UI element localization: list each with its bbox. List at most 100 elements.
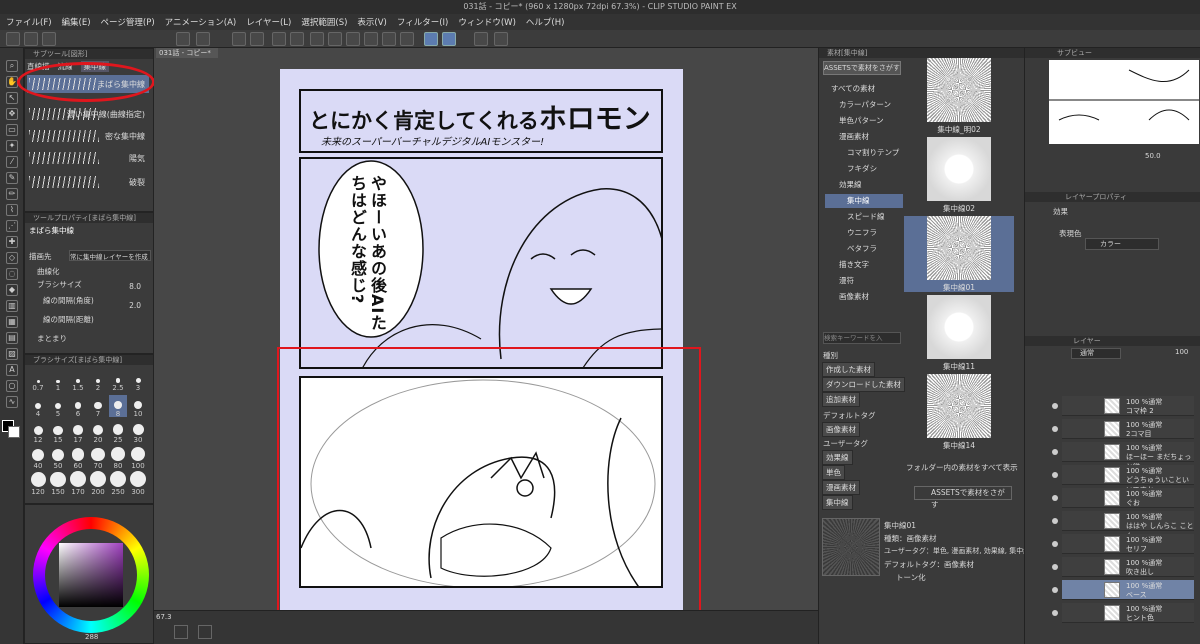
canvas-tab[interactable]: 031話 - コピー* [156,48,218,58]
material-thumbnail[interactable]: 集中線14 [904,374,1014,451]
eye-icon[interactable] [1052,610,1058,616]
material-tag-button[interactable]: 画像素材 [822,422,860,437]
brush-size-cell[interactable]: 12 [29,421,47,444]
brush-size-cell[interactable]: 8 [109,395,127,418]
material-tag-button[interactable]: 単色 [822,465,845,480]
navigator-preview[interactable] [1049,60,1199,144]
move-layer-icon[interactable]: ✥ [6,108,18,120]
brush-size-cell[interactable]: 5 [49,395,67,418]
eye-icon[interactable] [1052,495,1058,501]
page-icon[interactable] [494,32,508,46]
assets-search-bottom[interactable]: ASSETSで素材をさがす [914,486,1012,509]
brush-size-cell[interactable]: 6 [69,395,87,418]
material-tree-item[interactable]: スピード線 [825,210,903,224]
brush-size-cell[interactable]: 100 [129,447,147,470]
clear-icon[interactable] [328,32,342,46]
brush-size-cell[interactable]: 7 [89,395,107,418]
fill-tool-icon[interactable]: ◆ [6,284,18,296]
material-tree-item[interactable]: 画像素材 [825,290,903,304]
brush-size-cell[interactable]: 15 [49,421,67,444]
brush-size-cell[interactable]: 250 [109,471,127,496]
save-icon[interactable] [42,32,56,46]
redo-icon[interactable] [290,32,304,46]
brush-size-cell[interactable]: 2 [89,369,107,392]
material-tree-item[interactable]: コマ割りテンプ [825,146,903,160]
text-tool-icon[interactable]: A [6,364,18,376]
fit-page-icon[interactable] [174,625,188,639]
menu-selection[interactable]: 選択範囲(S) [301,16,347,28]
undo-icon[interactable] [272,32,286,46]
material-tag-button[interactable]: ダウンロードした素材 [822,377,905,392]
menu-layer[interactable]: レイヤー(L) [246,16,291,28]
brush-size-cell[interactable]: 2.5 [109,369,127,392]
brush-size-cell[interactable]: 300 [129,471,147,496]
layer-row[interactable]: 100 %通常 コマ枠 2 [1062,396,1194,416]
selection-tool-icon[interactable]: ▭ [6,124,18,136]
cut-icon[interactable] [232,32,246,46]
snap-ruler-icon[interactable] [424,32,438,46]
fill-icon[interactable] [346,32,360,46]
show-all-materials[interactable]: フォルダー内の素材をすべて表示 [906,462,1018,473]
eye-icon[interactable] [1052,587,1058,593]
material-tree-item[interactable]: ウニフラ [825,226,903,240]
copy-icon[interactable] [250,32,264,46]
eye-icon[interactable] [1052,472,1058,478]
material-tree-item[interactable]: ベタフラ [825,242,903,256]
brush-size-cell[interactable]: 30 [129,421,147,444]
brush-size-value[interactable]: 8.0 [129,282,141,291]
material-tag-button[interactable]: 作成した素材 [822,362,875,377]
auto-select-icon[interactable]: ✦ [6,140,18,152]
decoration-icon[interactable]: ✚ [6,236,18,248]
eye-icon[interactable] [1052,449,1058,455]
brush-size-cell[interactable]: 17 [69,421,87,444]
menu-page[interactable]: ページ管理(P) [101,16,155,28]
grid-icon[interactable] [474,32,488,46]
blend-tool-icon[interactable]: ◌ [6,268,18,280]
airbrush-icon[interactable]: ⋰ [6,220,18,232]
pen-tool-icon[interactable]: ✎ [6,172,18,184]
brush-size-cell[interactable]: 60 [69,447,87,470]
grouping-checkbox[interactable]: まとまり [37,333,67,344]
eye-icon[interactable] [1052,426,1058,432]
material-tree-item[interactable]: 漫画素材 [825,130,903,144]
layer-row[interactable]: 100 %通常 ぐお [1062,488,1194,508]
layer-row[interactable]: 100 %通常 セリフ [1062,534,1194,554]
menu-help[interactable]: ヘルプ(H) [526,16,565,28]
material-thumbnail[interactable]: 集中線11 [904,295,1014,372]
material-tree-item[interactable]: 描き文字 [825,258,903,272]
brush-size-cell[interactable]: 170 [69,471,87,496]
actual-size-icon[interactable] [198,625,212,639]
snap-special-ruler-icon[interactable] [442,32,456,46]
draw-target-select[interactable]: 常に集中線レイヤーを作成 [69,250,151,261]
menu-edit[interactable]: 編集(E) [62,16,91,28]
eraser-icon[interactable]: ◇ [6,252,18,264]
brush-size-cell[interactable]: 0.7 [29,369,47,392]
menu-filter[interactable]: フィルター(I) [397,16,448,28]
material-tree-item[interactable]: 漫符 [825,274,903,288]
saturation-square[interactable] [59,543,123,607]
layer-row[interactable]: 100 %通常 ベース [1062,580,1194,600]
open-icon[interactable] [24,32,38,46]
tone-checkbox[interactable]: トーン化 [896,572,926,583]
material-tag-button[interactable]: 漫画素材 [822,480,860,495]
interval-angle-value[interactable]: 2.0 [129,301,141,310]
material-tree-item[interactable]: 集中線 [825,194,903,208]
material-tree-item[interactable]: カラーパターン [825,98,903,112]
blend-mode-select[interactable]: 通常 [1071,348,1121,359]
eye-icon[interactable] [1052,518,1058,524]
operation-tool-icon[interactable]: ↖ [6,92,18,104]
material-thumbnail[interactable]: 集中線_明02 [904,58,1014,135]
material-thumbnail[interactable]: 集中線02 [904,137,1014,214]
transform-icon[interactable] [364,32,378,46]
brush-size-cell[interactable]: 20 [89,421,107,444]
material-tag-button[interactable]: 効果線 [822,450,853,465]
brush-size-cell[interactable]: 40 [29,447,47,470]
line-correction-icon[interactable]: ∿ [6,396,18,408]
brush-size-cell[interactable]: 150 [49,471,67,496]
zoom-tool-icon[interactable]: ⌕ [6,60,18,72]
brush-size-cell[interactable]: 120 [29,472,47,496]
menu-window[interactable]: ウィンドウ(W) [458,16,516,28]
layer-row[interactable]: 100 %通常ほーほー まだちょっと微 [1062,442,1194,471]
eyedropper-icon[interactable]: ⁄ [6,156,18,168]
pencil-tool-icon[interactable]: ✏ [6,188,18,200]
